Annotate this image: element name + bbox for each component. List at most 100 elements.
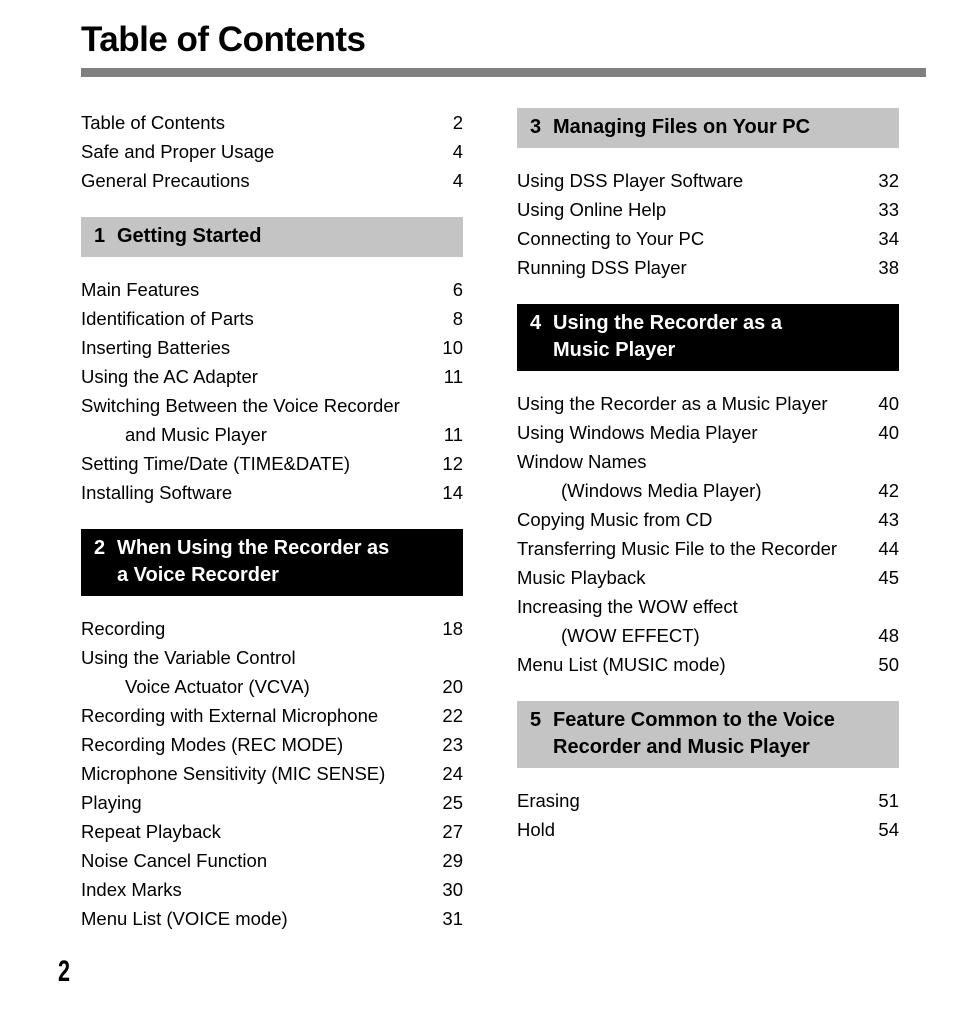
section-title-2-line2: a Voice Recorder (117, 564, 279, 586)
toc-entry[interactable]: Noise Cancel Function 29 (81, 846, 463, 875)
toc-entry-row: Using DSS Player Software 32 (517, 166, 899, 195)
toc-entry-label: Music Playback (517, 567, 646, 588)
toc-entry-page: 4 (452, 141, 463, 162)
dot-leader (347, 733, 434, 752)
toc-entry-label: Switching Between the Voice Recorder (81, 395, 400, 416)
toc-entry-label: Menu List (MUSIC mode) (517, 654, 726, 675)
toc-entry[interactable]: Using DSS Player Software 32 (517, 166, 899, 195)
toc-entry-page: 18 (442, 618, 463, 639)
toc-entry-label: Identification of Parts (81, 308, 254, 329)
toc-entry-label: Connecting to Your PC (517, 228, 705, 249)
dot-leader (389, 762, 434, 781)
toc-entry-row: Recording Modes (REC MODE) 23 (81, 730, 463, 759)
toc-entry[interactable]: Transferring Music File to the Recorder 4… (517, 534, 899, 563)
dot-leader (229, 111, 434, 130)
toc-entry[interactable]: Window Names (Windows Media Player) 42 (517, 447, 899, 505)
toc-entry[interactable]: Main Features 6 (81, 275, 463, 304)
dot-leader (704, 624, 870, 643)
toc-entry[interactable]: Table of Contents 2 (81, 108, 463, 137)
section-number-4: 4 (530, 312, 542, 334)
toc-entry[interactable]: Repeat Playback 27 (81, 817, 463, 846)
toc-entry[interactable]: General Precautions 4 (81, 166, 463, 195)
dot-leader (254, 169, 434, 188)
toc-entry-row: Menu List (MUSIC mode) 50 (517, 650, 899, 679)
toc-entry[interactable]: Using Online Help 33 (517, 195, 899, 224)
toc-entry-page: 14 (442, 482, 463, 503)
toc-entry[interactable]: Using the AC Adapter 11 (81, 362, 463, 391)
toc-entry[interactable]: Recording 18 (81, 614, 463, 643)
toc-entry-label: Menu List (VOICE mode) (81, 908, 288, 929)
toc-entry-row: Using the Recorder as a Music Player 40 (517, 389, 899, 418)
toc-entry-label: Installing Software (81, 482, 233, 503)
toc-entry-row: Connecting to Your PC 34 (517, 224, 899, 253)
dot-leader (670, 198, 870, 217)
section-banner-2: 2 When Using the Recorder as a Voice Reco… (81, 529, 463, 596)
dot-leader (258, 307, 434, 326)
toc-entry-label: Increasing the WOW effect (517, 596, 738, 617)
toc-entry-page: 25 (442, 792, 463, 813)
toc-entry[interactable]: Playing 25 (81, 788, 463, 817)
section-banner-5: 5 Feature Common to the Voice Recorder an… (517, 701, 899, 768)
toc-entry-page: 29 (442, 850, 463, 871)
toc-entry-line2: and Music Player 11 (81, 420, 463, 449)
toc-entry-row: Noise Cancel Function 29 (81, 846, 463, 875)
dot-leader (146, 791, 434, 810)
toc-entry[interactable]: Running DSS Player 38 (517, 253, 899, 282)
toc-entry[interactable]: Installing Software 14 (81, 478, 463, 507)
toc-entry-row: Using Windows Media Player 40 (517, 418, 899, 447)
toc-entry-page: 24 (442, 763, 463, 784)
dot-leader (747, 169, 870, 188)
toc-entry-row: Setting Time/Date (TIME&DATE) 12 (81, 449, 463, 478)
toc-entry-label: Hold (517, 819, 556, 840)
toc-entry-page: 20 (442, 676, 463, 697)
dot-leader (236, 481, 434, 500)
toc-entry-page: 11 (443, 366, 463, 387)
toc-entry[interactable]: Recording Modes (REC MODE) 23 (81, 730, 463, 759)
toc-entry[interactable]: Using the Variable Control Voice Actuator… (81, 643, 463, 701)
section-title-1: Getting Started (117, 225, 262, 247)
toc-entry[interactable]: Recording with External Microphone 22 (81, 701, 463, 730)
toc-entry-page: 2 (452, 112, 463, 133)
toc-entry[interactable]: Increasing the WOW effect (WOW EFFECT) 48 (517, 592, 899, 650)
toc-entry[interactable]: Index Marks 30 (81, 875, 463, 904)
section-banner-3: 3 Managing Files on Your PC (517, 108, 899, 148)
toc-entry-label-continued: (Windows Media Player) (561, 480, 762, 501)
toc-entry[interactable]: Using Windows Media Player 40 (517, 418, 899, 447)
dot-leader (382, 704, 434, 723)
toc-entry[interactable]: Menu List (VOICE mode) 31 (81, 904, 463, 933)
toc-entry[interactable]: Switching Between the Voice Recorder and … (81, 391, 463, 449)
toc-entry[interactable]: Setting Time/Date (TIME&DATE) 12 (81, 449, 463, 478)
toc-entry-row: Recording with External Microphone 22 (81, 701, 463, 730)
toc-entry[interactable]: Microphone Sensitivity (MIC SENSE) 24 (81, 759, 463, 788)
toc-entry[interactable]: Copying Music from CD 43 (517, 505, 899, 534)
toc-entry[interactable]: Safe and Proper Usage 4 (81, 137, 463, 166)
toc-entry-label: Using Windows Media Player (517, 422, 758, 443)
toc-entry[interactable]: Identification of Parts 8 (81, 304, 463, 333)
toc-entry-label-continued: Voice Actuator (VCVA) (125, 676, 310, 697)
toc-entry[interactable]: Music Playback 45 (517, 563, 899, 592)
toc-entry-page: 4 (452, 170, 463, 191)
dot-leader (225, 820, 434, 839)
toc-entry-label: Using the Recorder as a Music Player (517, 393, 828, 414)
toc-entry-page: 51 (878, 790, 899, 811)
toc-entry[interactable]: Connecting to Your PC 34 (517, 224, 899, 253)
dot-leader (169, 617, 434, 636)
toc-entry[interactable]: Erasing 51 (517, 786, 899, 815)
dot-leader (203, 278, 434, 297)
toc-entry[interactable]: Hold 54 (517, 815, 899, 844)
toc-entry-label: Setting Time/Date (TIME&DATE) (81, 453, 350, 474)
toc-entry-row: General Precautions 4 (81, 166, 463, 195)
toc-entry-line1: Window Names (517, 447, 899, 476)
dot-leader (584, 789, 870, 808)
toc-entry[interactable]: Using the Recorder as a Music Player 40 (517, 389, 899, 418)
toc-entry[interactable]: Menu List (MUSIC mode) 50 (517, 650, 899, 679)
dot-leader (271, 849, 434, 868)
toc-entry-row: Inserting Batteries 10 (81, 333, 463, 362)
section-number-3: 3 (530, 116, 542, 138)
dot-leader (186, 878, 434, 897)
toc-entry[interactable]: Inserting Batteries 10 (81, 333, 463, 362)
